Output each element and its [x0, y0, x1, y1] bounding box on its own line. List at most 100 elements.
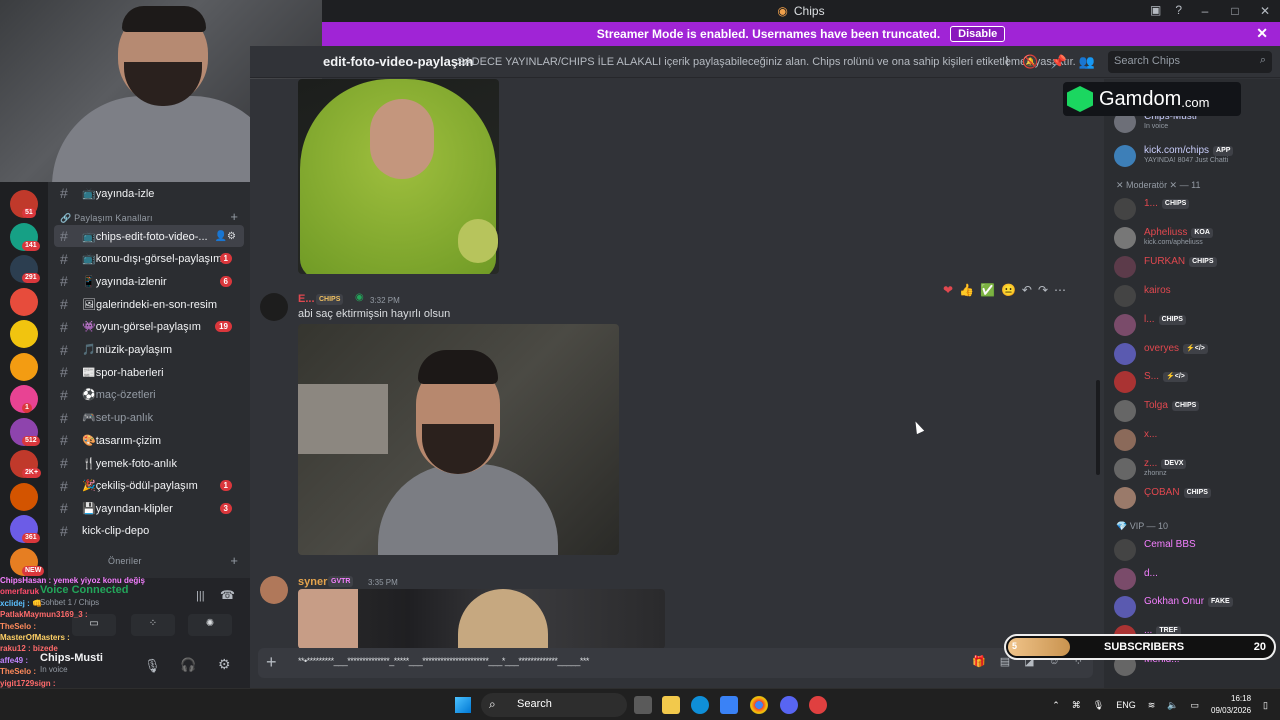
file-explorer-icon[interactable]	[662, 696, 680, 714]
channel-item[interactable]: # 🎮set-up-anlık	[54, 407, 244, 429]
channel-topic[interactable]: SADECE YAYINLAR/CHIPS İLE ALAKALI içerik…	[457, 56, 1076, 68]
add-reaction-icon[interactable]: 😐	[1001, 283, 1016, 299]
member-item[interactable]: overyes ⚡</>	[1114, 341, 1274, 365]
add-channel-icon[interactable]: +	[230, 209, 238, 224]
pinned-messages-icon[interactable]: 📌	[1051, 54, 1067, 70]
disconnect-icon[interactable]: ☎	[220, 588, 235, 602]
task-view-icon[interactable]	[634, 696, 652, 714]
member-item[interactable]: kick.com/chips APP YAYINDA! 8047 Just Chat…	[1114, 143, 1274, 167]
thumbs-up-reaction-icon[interactable]: 👍	[959, 283, 974, 299]
channel-item[interactable]: # 🎉çekiliş-ödül-paylaşım 1	[54, 475, 244, 497]
channel-item[interactable]: # 👾oyun-görsel-paylaşım 19	[54, 316, 244, 338]
channel-label: 🎉çekiliş-ödül-paylaşım	[82, 480, 198, 493]
language-indicator[interactable]: ENG	[1116, 700, 1136, 710]
battery-icon[interactable]: ▭	[1190, 700, 1199, 711]
member-item[interactable]: Gokhan Onur FAKE	[1114, 594, 1274, 619]
threads-icon[interactable]: ⌇	[1004, 54, 1010, 70]
notification-icon[interactable]: ▯	[1263, 700, 1268, 711]
channel-settings-icon[interactable]: 👤⚙	[215, 231, 236, 242]
gift-icon[interactable]: 🎁	[972, 655, 986, 668]
category-oneriler[interactable]: Öneriler	[108, 556, 142, 566]
channel-item[interactable]: # 🖼galerindeki-en-son-resim	[54, 293, 244, 315]
channel-item[interactable]: # 📺chips-edit-foto-video-... 👤⚙	[54, 225, 244, 247]
server-icon[interactable]	[10, 320, 38, 348]
channel-item-yayinda-izle[interactable]: # 📺yayında-izle	[54, 182, 244, 204]
member-item[interactable]: S... ⚡</>	[1114, 369, 1274, 394]
attach-plus-icon[interactable]: +	[266, 652, 277, 673]
disable-streamer-mode-button[interactable]: Disable	[950, 26, 1006, 42]
notification-bell-icon[interactable]: 🔕	[1022, 54, 1038, 70]
tray-chevron-icon[interactable]: ⌃	[1052, 700, 1060, 711]
member-item[interactable]: l... CHIPS	[1114, 312, 1274, 336]
heart-reaction-icon[interactable]: ❤	[943, 283, 953, 299]
server-icon[interactable]	[10, 482, 38, 511]
network-icon[interactable]: ⌘	[1072, 700, 1081, 711]
channel-item[interactable]: # kick-clip-depo	[54, 520, 244, 542]
edge-browser-icon[interactable]	[691, 696, 709, 714]
start-windows-icon[interactable]	[455, 697, 471, 713]
role-tag: GVTR	[328, 576, 354, 587]
hash-icon: #	[60, 409, 68, 426]
message-author[interactable]: E...	[298, 293, 315, 305]
volume-icon[interactable]: 🔈	[1167, 700, 1178, 711]
message-image-partial[interactable]	[298, 589, 665, 649]
member-list-icon[interactable]: 👥	[1079, 54, 1095, 70]
channel-item[interactable]: # ⚽maç-özetleri	[54, 384, 244, 406]
message-scrollbar[interactable]	[1096, 380, 1100, 475]
member-item[interactable]: Cemal BBS	[1114, 537, 1274, 561]
search-input[interactable]: Search Chips ⌕	[1108, 51, 1272, 73]
voice-signal-icon[interactable]: |||	[196, 590, 205, 602]
channel-label: 📺chips-edit-foto-video-...	[82, 230, 208, 243]
discord-taskbar-icon[interactable]	[780, 696, 798, 714]
member-item[interactable]: z... DEVX zhonnz	[1114, 456, 1274, 481]
store-icon[interactable]	[720, 696, 738, 714]
check-reaction-icon[interactable]: ✅	[980, 283, 995, 299]
message-list[interactable]: E... CHIPS ◉ 3:32 PM abi saç ektirmişsin…	[250, 79, 1100, 649]
settings-gear-icon[interactable]: ⚙	[218, 656, 231, 673]
channel-item[interactable]: # 📺konu-dışı-görsel-paylaşım 1	[54, 248, 244, 270]
member-item[interactable]: 1... CHIPS	[1114, 196, 1274, 220]
minimize-button[interactable]: –	[1190, 4, 1220, 18]
member-item[interactable]: Apheliuss KOA kick.com/apheliuss	[1114, 225, 1274, 249]
message-image-pear-costume[interactable]	[298, 79, 499, 274]
subscribers-label: SUBSCRIBERS	[1104, 641, 1185, 653]
forward-icon[interactable]: ↷	[1038, 283, 1048, 299]
taskbar-search[interactable]: ⌕ Search	[481, 693, 627, 717]
member-item[interactable]: d...	[1114, 566, 1274, 590]
wifi-icon[interactable]: ≋	[1148, 700, 1156, 711]
member-item[interactable]: kairos	[1114, 283, 1274, 307]
more-options-icon[interactable]: ⋯	[1054, 283, 1066, 299]
webcam-person-body	[52, 96, 282, 182]
channel-item[interactable]: # 📱yayında-izlenir 6	[54, 270, 244, 292]
channel-item[interactable]: # 🍴yemek-foto-anlık	[54, 452, 244, 474]
add-channel-icon-2[interactable]: +	[230, 553, 238, 568]
message-image-webcam-still[interactable]	[298, 324, 619, 555]
composer-input[interactable]: **•*********___**************_*****___**…	[298, 656, 589, 666]
avatar[interactable]	[260, 293, 288, 321]
channel-item[interactable]: # 🎨tasarım-çizim	[54, 429, 244, 451]
close-window-button[interactable]: ✕	[1250, 4, 1280, 18]
channel-item[interactable]: # 🎵müzik-paylaşım	[54, 339, 244, 361]
category-paylasim-kanallari[interactable]: 🔗 Paylaşım Kanalları	[60, 213, 153, 224]
member-item[interactable]: ÇOBAN CHIPS	[1114, 485, 1274, 509]
maximize-button[interactable]: □	[1220, 4, 1250, 18]
inbox-icon[interactable]: ▣	[1150, 3, 1161, 17]
mic-tray-icon[interactable]: 🎙	[1093, 700, 1104, 711]
member-item[interactable]: FURKAN CHIPS	[1114, 254, 1274, 278]
reply-icon[interactable]: ↶	[1022, 283, 1032, 299]
member-item[interactable]: Tolga CHIPS	[1114, 398, 1274, 423]
help-icon[interactable]: ?	[1175, 3, 1182, 17]
server-icon[interactable]	[10, 287, 38, 316]
member-name: Cemal BBS	[1144, 539, 1196, 550]
chrome-icon[interactable]	[750, 696, 768, 714]
message-author[interactable]: syner	[298, 576, 327, 588]
app-icon-red[interactable]	[809, 696, 827, 714]
server-icon[interactable]	[10, 352, 38, 381]
avatar[interactable]	[260, 576, 288, 604]
channel-item[interactable]: # 💾yayından-klipler 3	[54, 497, 244, 519]
message-composer[interactable]: + **•*********___**************_*****___…	[258, 648, 1093, 678]
clock[interactable]: 16:18 09/03/2026	[1211, 693, 1251, 717]
member-item[interactable]: x...	[1114, 427, 1274, 452]
channel-item[interactable]: # 📰spor-haberleri	[54, 361, 244, 383]
close-banner-icon[interactable]: ✕	[1256, 25, 1268, 42]
